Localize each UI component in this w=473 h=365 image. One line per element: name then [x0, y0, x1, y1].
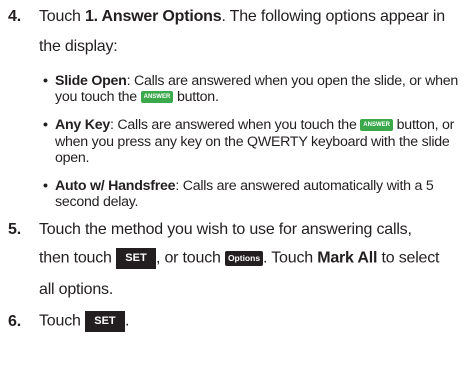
option-title: Auto w/ Handsfree	[55, 178, 176, 194]
bullet-marker: •	[43, 73, 48, 89]
step-text: Touch	[39, 8, 85, 25]
option-description: button, or	[392, 117, 455, 133]
step-text: then touch	[39, 249, 116, 267]
options-button-icon: Options	[224, 251, 264, 266]
option-title: Slide Open	[55, 73, 127, 89]
step-5-line-1: Touch the method you wish to use for ans…	[39, 221, 412, 238]
step-text: .	[124, 312, 130, 330]
manual-page: 4. Touch 1. Answer Options. The followin…	[0, 0, 473, 365]
bullet-slide-open-line-2: you touch the ANSWER button.	[55, 89, 219, 105]
bullet-auto-handsfree-line-2: second delay.	[55, 194, 139, 210]
step-number: 4.	[8, 8, 21, 25]
bullet-slide-open: Slide Open: Calls are answered when you …	[55, 73, 458, 89]
bullet-marker: •	[43, 178, 48, 194]
step-text: to select	[377, 249, 440, 267]
bullet-any-key-line-3: open.	[55, 150, 90, 166]
step-text: Touch	[39, 312, 85, 330]
answer-button-icon: ANSWER	[360, 119, 393, 132]
step-5-line-3: all options.	[39, 281, 114, 298]
step-text: . The following options appear in	[221, 8, 445, 25]
option-description: button.	[173, 89, 219, 105]
option-description: : Calls are answered automatically with …	[175, 178, 434, 194]
set-button-icon: SET	[84, 311, 125, 332]
menu-option-mark-all: Mark All	[317, 249, 378, 267]
step-6-line-1: Touch SET.	[39, 311, 129, 332]
bullet-any-key: Any Key: Calls are answered when you tou…	[55, 117, 454, 133]
bullet-marker: •	[43, 117, 48, 133]
answer-button-icon: ANSWER	[140, 91, 174, 104]
menu-option-answer-options: 1. Answer Options	[84, 8, 222, 25]
step-4-line-2: the display:	[39, 38, 118, 55]
step-5-line-2: then touch SET, or touch Options. Touch …	[39, 248, 440, 269]
bullet-any-key-line-2: when you press any key on the QWERTY key…	[55, 134, 450, 150]
step-text: , or touch	[155, 249, 225, 267]
set-button-icon: SET	[115, 248, 156, 269]
step-number: 5.	[8, 221, 21, 238]
option-title: Any Key	[55, 117, 111, 133]
step-text: . Touch	[263, 249, 318, 267]
option-description: : Calls are answered when you touch the	[110, 117, 361, 133]
option-description: you touch the	[55, 89, 141, 105]
bullet-auto-handsfree: Auto w/ Handsfree: Calls are answered au…	[55, 178, 434, 194]
step-4-line-1: Touch 1. Answer Options. The following o…	[39, 8, 445, 26]
step-number: 6.	[8, 313, 21, 330]
option-description: : Calls are answered when you open the s…	[126, 73, 459, 89]
